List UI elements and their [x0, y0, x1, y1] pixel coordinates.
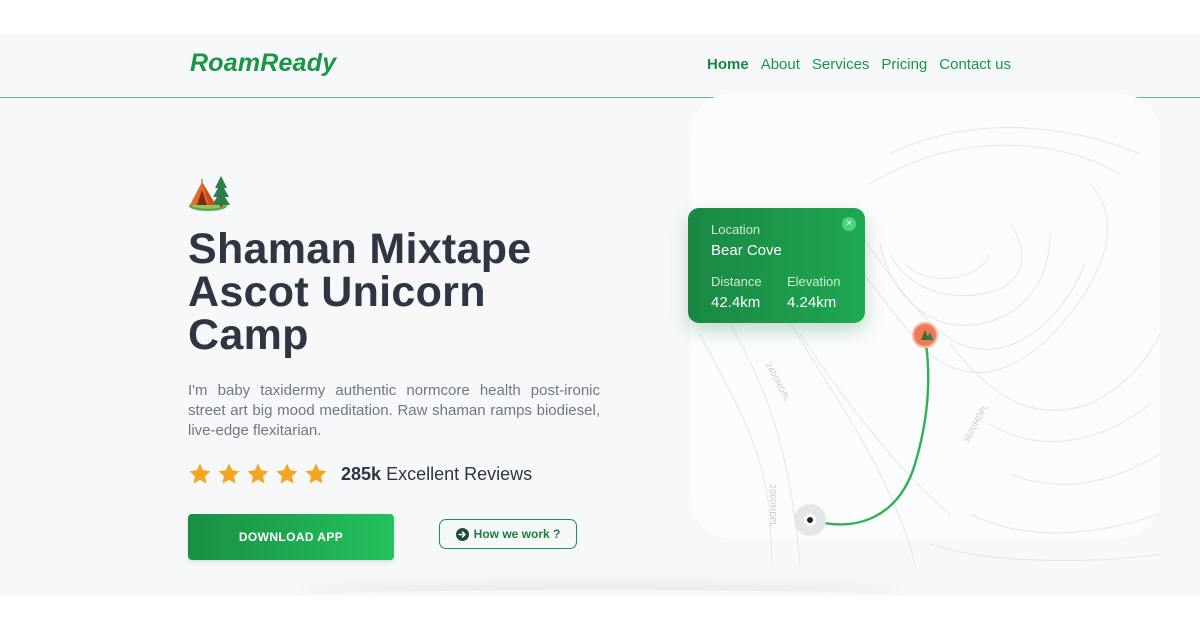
hero-title: Shaman Mixtape Ascot Unicorn Camp	[188, 228, 608, 357]
star-rating	[188, 462, 328, 486]
nav-services[interactable]: Services	[812, 56, 870, 73]
site-header: RoamReady Home About Services Pricing Co…	[0, 34, 1200, 98]
nav-pricing[interactable]: Pricing	[881, 56, 927, 73]
main-nav: Home About Services Pricing Contact us	[707, 56, 1011, 73]
reviews-label: Excellent Reviews	[386, 463, 533, 484]
route-path	[810, 343, 930, 526]
elevation-label: Elevation	[787, 274, 841, 289]
reviews-count: 285k	[341, 463, 382, 484]
close-icon[interactable]: ×	[842, 217, 856, 231]
destination-pin-icon[interactable]	[912, 322, 938, 348]
download-app-button[interactable]: DOWNLOAD APP	[188, 514, 394, 560]
contour-label: 2400MDPL	[763, 361, 791, 403]
star-icon	[276, 463, 298, 484]
topographic-map: 2400MDPL 3600MDPL 2000MDPL	[699, 127, 1160, 564]
camping-tent-icon	[189, 176, 230, 211]
star-icon	[305, 463, 327, 484]
reviews-text: 285k Excellent Reviews	[341, 464, 532, 485]
contour-label: 3600MDPL	[962, 403, 990, 445]
elevation-value: 4.24km	[787, 294, 837, 311]
hero-title-line: Shaman Mixtape	[188, 225, 532, 273]
nav-about[interactable]: About	[761, 56, 800, 73]
location-label: Location	[711, 222, 761, 237]
hero-description: I'm baby taxidermy authentic normcore he…	[188, 382, 600, 439]
how-we-work-label: How we work ?	[473, 527, 561, 541]
rating: 285k Excellent Reviews	[188, 462, 532, 486]
arrow-right-circle-icon	[455, 527, 469, 541]
logo[interactable]: RoamReady	[190, 49, 336, 78]
how-we-work-button[interactable]: How we work ?	[439, 519, 577, 549]
star-icon	[247, 463, 269, 484]
nav-contact[interactable]: Contact us	[939, 56, 1011, 73]
location-info-card: Location Bear Cove Distance 42.4km Eleva…	[688, 208, 865, 323]
distance-value: 42.4km	[711, 294, 761, 311]
page: RoamReady Home About Services Pricing Co…	[0, 34, 1200, 596]
star-icon	[218, 463, 240, 484]
hero-title-line: Ascot Unicorn	[188, 268, 486, 316]
section-divider-shadow	[300, 590, 900, 596]
distance-label: Distance	[711, 274, 762, 289]
hero-title-line: Camp	[188, 311, 309, 359]
nav-home[interactable]: Home	[707, 56, 749, 73]
contour-label: 2000MDPL	[768, 484, 777, 527]
location-value: Bear Cove	[711, 242, 782, 259]
star-icon	[189, 463, 211, 484]
